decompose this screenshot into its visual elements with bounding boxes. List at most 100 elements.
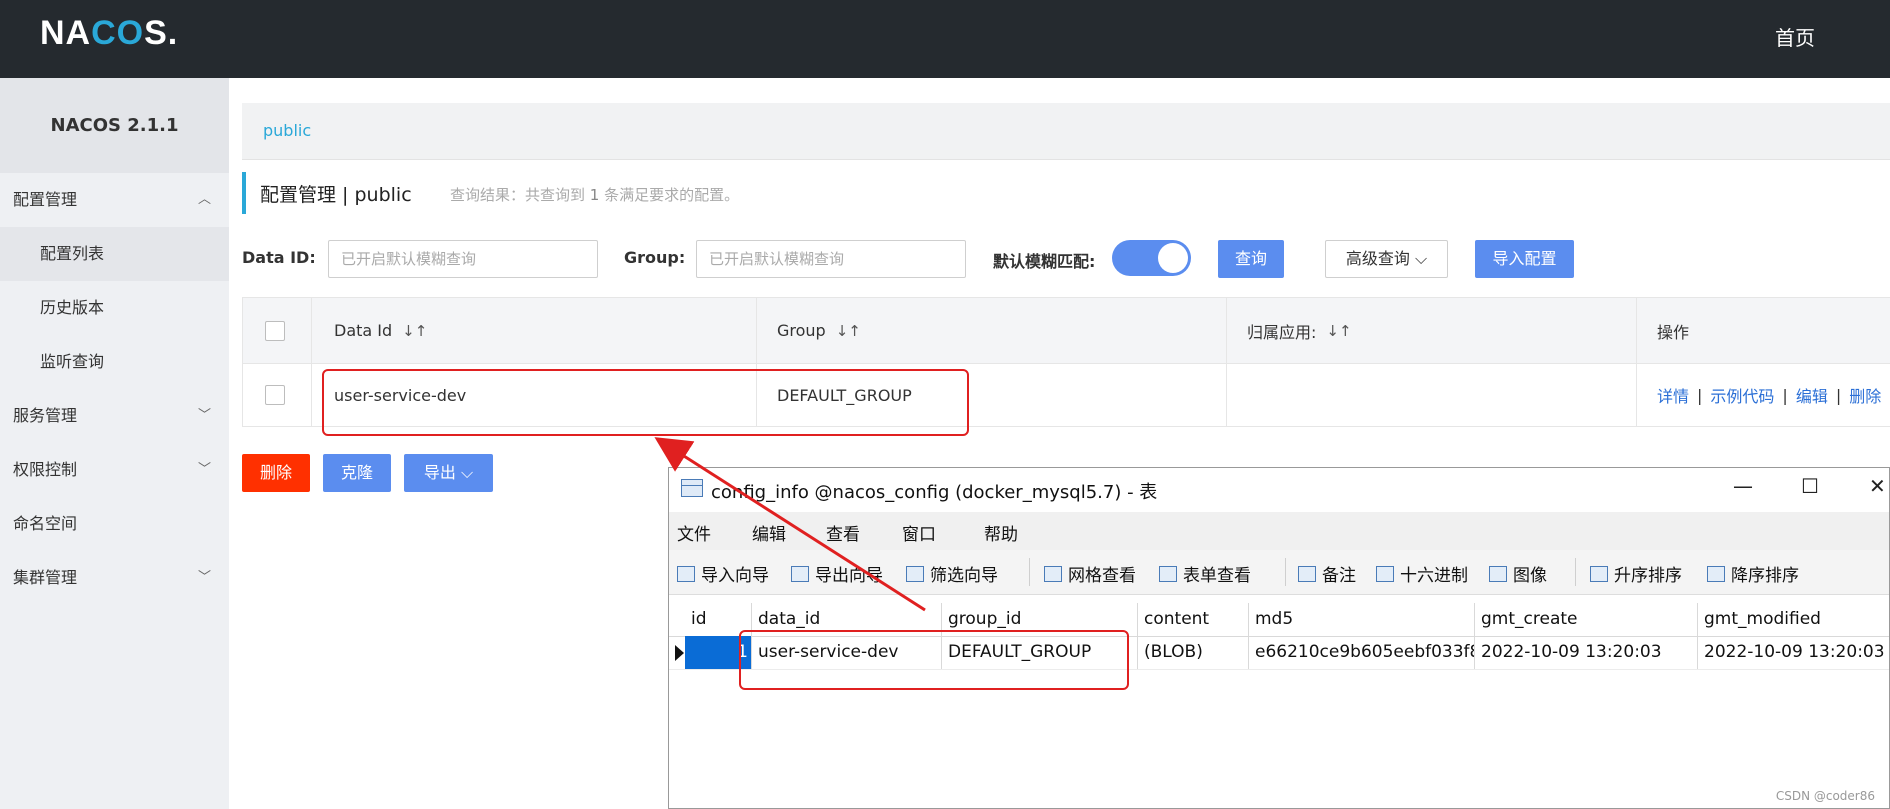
- namespace-bar: public: [242, 103, 1890, 160]
- grid-cell-content[interactable]: (BLOB): [1137, 636, 1248, 669]
- row-checkbox[interactable]: [265, 385, 285, 405]
- export-button[interactable]: 导出 ⌵: [404, 454, 493, 492]
- chevron-down-icon: ﹀: [197, 570, 211, 585]
- filter-icon: [906, 565, 924, 582]
- db-table-window: config_info @nacos_config (docker_mysql5…: [668, 467, 1890, 809]
- page-title-bar: 配置管理 | public 查询结果：共查询到 1 条满足要求的配置。: [242, 172, 739, 214]
- grid-view-button[interactable]: 网格查看: [1044, 561, 1136, 586]
- menu-view[interactable]: 查看: [826, 520, 860, 545]
- menu-file[interactable]: 文件: [677, 520, 711, 545]
- group-input[interactable]: [696, 240, 966, 278]
- annotation-highlight-box: [322, 369, 969, 436]
- grid-header-md5[interactable]: md5: [1248, 603, 1474, 636]
- import-config-button[interactable]: 导入配置: [1475, 240, 1574, 278]
- maximize-icon[interactable]: ☐: [1801, 474, 1819, 498]
- import-wizard-button[interactable]: 导入向导: [677, 561, 769, 586]
- export-wizard-button[interactable]: 导出向导: [791, 561, 883, 586]
- sort-icon[interactable]: ↓↑: [836, 322, 861, 340]
- sidebar: NACOS 2.1.1 配置管理 ︿ 配置列表 历史版本 监听查询 服务管理 ﹀ 权…: [0, 78, 229, 809]
- sort-ascending-button[interactable]: 升序排序: [1590, 561, 1682, 586]
- nacos-logo[interactable]: NACOS.: [40, 14, 178, 53]
- sidebar-item-config-list[interactable]: 配置列表: [0, 227, 229, 281]
- fuzzy-match-toggle[interactable]: [1112, 240, 1191, 276]
- header-app: 归属应用: ↓↑: [1226, 298, 1636, 363]
- chevron-up-icon: ︿: [197, 192, 211, 207]
- image-button[interactable]: 图像: [1489, 561, 1547, 586]
- namespace-link-public[interactable]: public: [263, 121, 311, 140]
- watermark: CSDN @coder86: [1775, 789, 1875, 803]
- chevron-down-icon: ﹀: [197, 462, 211, 477]
- hex-button[interactable]: 十六进制: [1376, 561, 1468, 586]
- sort-descending-icon: [1707, 565, 1725, 582]
- grid-cell-md5[interactable]: e66210ce9b605eebf033f8: [1248, 636, 1474, 669]
- page-title: 配置管理 | public: [260, 184, 412, 206]
- version-label: NACOS 2.1.1: [0, 78, 229, 173]
- advanced-query-button[interactable]: 高级查询 ⌵: [1325, 240, 1448, 278]
- query-button[interactable]: 查询: [1218, 240, 1284, 278]
- grid-cell-gmt-create[interactable]: 2022-10-09 13:20:03: [1474, 636, 1697, 669]
- grid-header-gmt-create[interactable]: gmt_create: [1474, 603, 1697, 636]
- image-icon: [1489, 565, 1507, 582]
- chevron-down-icon: ⌵: [1414, 249, 1428, 268]
- sidebar-item-history[interactable]: 历史版本: [0, 281, 229, 335]
- header-group: Group ↓↑: [756, 298, 1226, 363]
- sort-descending-button[interactable]: 降序排序: [1707, 561, 1799, 586]
- toolbar-divider: [1285, 558, 1286, 586]
- delete-button[interactable]: 删除: [242, 454, 310, 492]
- group-label: Group:: [624, 248, 686, 267]
- dataid-input[interactable]: [328, 240, 598, 278]
- header-data-id: Data Id ↓↑: [311, 298, 756, 363]
- annotation-highlight-box: [739, 630, 1129, 690]
- edit-link[interactable]: 编辑: [1796, 383, 1828, 407]
- sidebar-item-cluster-management[interactable]: 集群管理 ﹀: [0, 551, 229, 605]
- dataid-label: Data ID:: [242, 248, 316, 267]
- window-menubar: 文件 编辑 查看 窗口 帮助: [669, 512, 1889, 550]
- sidebar-item-config-management[interactable]: 配置管理 ︿: [0, 173, 229, 227]
- sort-icon[interactable]: ↓↑: [402, 322, 427, 340]
- details-link[interactable]: 详情: [1657, 383, 1689, 407]
- window-title: config_info @nacos_config (docker_mysql5…: [711, 482, 1158, 503]
- window-toolbar: 导入向导 导出向导 筛选向导 网格查看 表单查看 备注 十六进制 图像 升序排序…: [669, 550, 1889, 595]
- table-icon: [681, 479, 703, 497]
- home-link[interactable]: 首页: [1775, 22, 1815, 51]
- window-titlebar: config_info @nacos_config (docker_mysql5…: [669, 468, 1889, 512]
- delete-link[interactable]: 删除: [1849, 383, 1881, 407]
- grid-cell-gmt-modified[interactable]: 2022-10-09 13:20:03: [1697, 636, 1890, 669]
- sidebar-item-service-management[interactable]: 服务管理 ﹀: [0, 389, 229, 443]
- sidebar-item-namespace[interactable]: 命名空间: [0, 497, 229, 551]
- filter-wizard-button[interactable]: 筛选向导: [906, 561, 998, 586]
- query-result-note: 查询结果：共查询到 1 条满足要求的配置。: [450, 186, 740, 204]
- memo-button[interactable]: 备注: [1298, 561, 1356, 586]
- chevron-down-icon: ﹀: [197, 408, 211, 423]
- import-icon: [677, 565, 695, 582]
- toolbar-divider: [1575, 558, 1576, 586]
- cell-app: [1226, 363, 1636, 427]
- menu-help[interactable]: 帮助: [984, 520, 1018, 545]
- top-navbar: NACOS. 首页: [0, 0, 1890, 78]
- grid-header-content[interactable]: content: [1137, 603, 1248, 636]
- menu-window[interactable]: 窗口: [902, 520, 936, 545]
- select-all-checkbox[interactable]: [265, 320, 285, 341]
- toggle-knob: [1158, 243, 1188, 273]
- menu-edit[interactable]: 编辑: [752, 520, 786, 545]
- clone-button[interactable]: 克隆: [323, 454, 391, 492]
- sample-code-link[interactable]: 示例代码: [1710, 383, 1774, 407]
- fuzzy-match-label: 默认模糊匹配:: [993, 252, 1096, 271]
- header-checkbox-cell: [243, 298, 311, 363]
- row-checkbox-cell: [243, 363, 311, 427]
- note-icon: [1298, 565, 1316, 582]
- chevron-down-icon: ⌵: [460, 463, 474, 482]
- sort-icon[interactable]: ↓↑: [1326, 322, 1351, 340]
- export-icon: [791, 565, 809, 582]
- current-row-marker-icon: [675, 645, 684, 661]
- form-view-button[interactable]: 表单查看: [1159, 561, 1251, 586]
- minimize-icon[interactable]: —: [1733, 474, 1753, 498]
- hex-icon: [1376, 565, 1394, 582]
- form-icon: [1159, 565, 1177, 582]
- grid-header-gmt-modified[interactable]: gmt_modified: [1697, 603, 1890, 636]
- toolbar-divider: [1029, 558, 1030, 586]
- sort-ascending-icon: [1590, 565, 1608, 582]
- close-icon[interactable]: ✕: [1869, 474, 1886, 498]
- sidebar-item-listener-query[interactable]: 监听查询: [0, 335, 229, 389]
- sidebar-item-permission-control[interactable]: 权限控制 ﹀: [0, 443, 229, 497]
